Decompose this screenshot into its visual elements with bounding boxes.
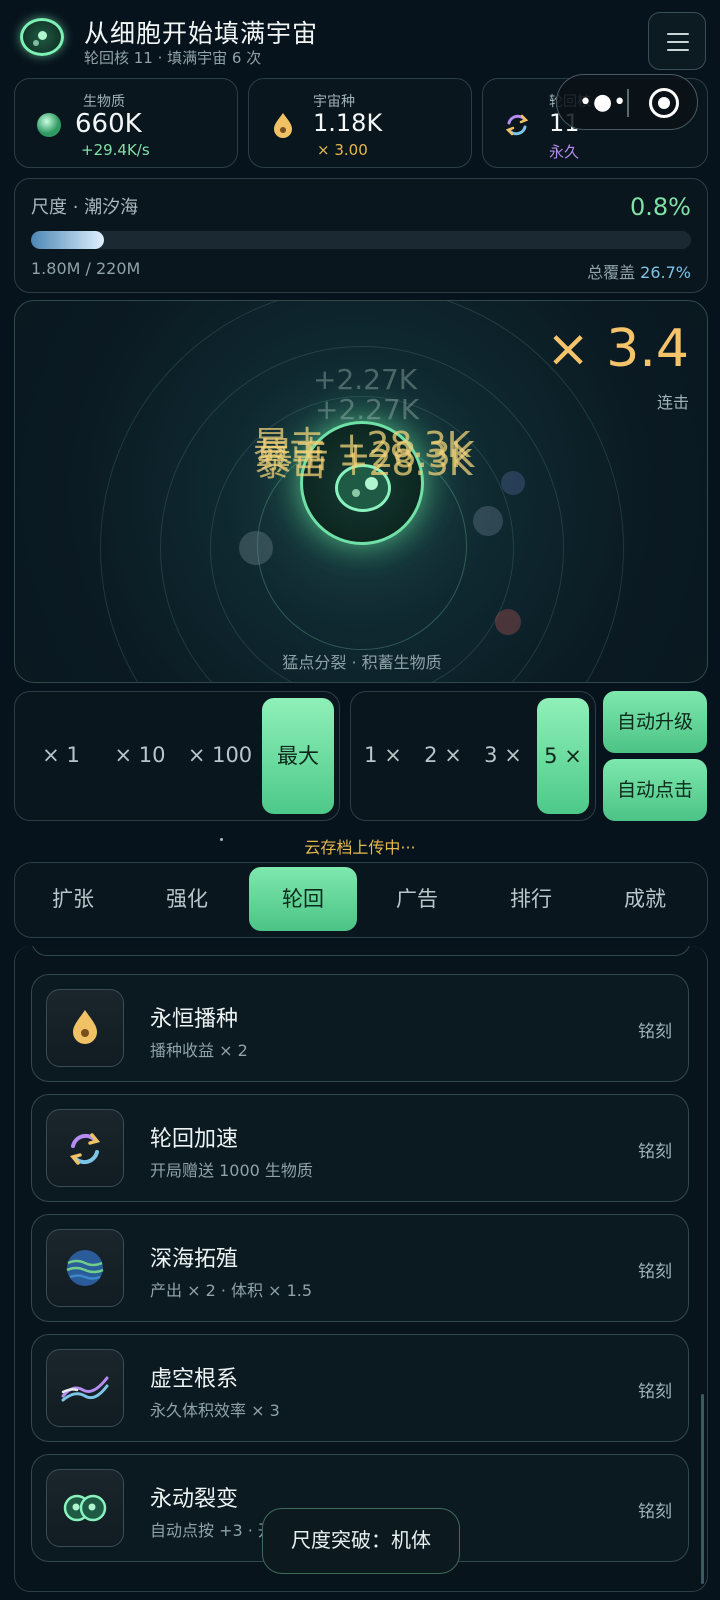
tab-reincarnation[interactable]: 轮回 — [249, 867, 357, 931]
buy-x10-button[interactable]: × 10 — [101, 692, 179, 818]
item-desc: 产出 × 2 · 体积 × 1.5 — [150, 1281, 313, 1300]
close-target-icon[interactable] — [649, 88, 679, 118]
cycle-icon — [505, 114, 529, 136]
game-hint: 猛点分裂 · 积蓄生物质 — [282, 653, 442, 672]
list-item[interactable]: 永恒播种 播种收益 × 2 铭刻 — [31, 974, 689, 1082]
buy-x1-button[interactable]: × 1 — [23, 692, 99, 818]
list-item[interactable]: 虚空根系 永久体积效率 × 3 铭刻 — [31, 1334, 689, 1442]
biomass-value: 660K — [75, 109, 142, 139]
item-desc: 自动点按 +3 · 开 — [150, 1521, 274, 1540]
auto-upgrade-button[interactable]: 自动升级 — [603, 691, 707, 753]
speed-1x-button[interactable]: 1 × — [355, 692, 411, 818]
speed-2x-button[interactable]: 2 × — [415, 692, 471, 818]
seed-label: 宇宙种 — [313, 94, 355, 110]
seed-drop-icon — [274, 113, 292, 138]
tab-ads[interactable]: 广告 — [363, 867, 471, 931]
item-icon-box — [46, 1229, 124, 1307]
cycle-icon — [69, 1133, 101, 1165]
item-desc: 永久体积效率 × 3 — [150, 1401, 280, 1420]
scale-name: 尺度 · 潮汐海 — [31, 197, 139, 218]
buy-x100-button[interactable]: × 100 — [181, 692, 259, 818]
seed-drop-icon — [73, 1010, 97, 1044]
toast-message: 尺度突破：机体 — [262, 1508, 460, 1574]
engrave-button[interactable]: 铭刻 — [638, 1017, 672, 1042]
auto-tap-button[interactable]: 自动点击 — [603, 759, 707, 821]
previous-item-edge — [31, 946, 691, 956]
twin-cells-icon — [63, 1494, 107, 1522]
biomass-rate: +29.4K/s — [81, 141, 150, 159]
engrave-button[interactable]: 铭刻 — [638, 1497, 672, 1522]
tap-game-area[interactable]: × 3.4 连击 +2.27K +2.27K 暴击 +28.3K 暴击 +28.… — [14, 300, 708, 683]
buy-max-button[interactable]: 最大 — [262, 698, 334, 814]
coverage-text: 总覆盖 26.7% — [587, 263, 691, 282]
buy-multiplier-group: × 1 × 10 × 100 最大 — [14, 691, 340, 821]
cloud-save-status: 云存档上传中··· — [304, 838, 416, 857]
engrave-button[interactable]: 铭刻 — [638, 1377, 672, 1402]
app-subtitle: 轮回核 11 · 填满宇宙 6 次 — [84, 49, 262, 67]
list-item[interactable]: 轮回加速 开局赠送 1000 生物质 铭刻 — [31, 1094, 689, 1202]
scale-progress-bar — [31, 231, 691, 249]
item-name: 永恒播种 — [150, 1007, 239, 1032]
crit-text: 暴击 +28.3K — [255, 443, 473, 484]
scale-percent: 0.8% — [630, 193, 691, 221]
main-tabs: 扩张 强化 轮回 广告 排行 成就 — [14, 862, 708, 938]
app-header: 从细胞开始填满宇宙 轮回核 11 · 填满宇宙 6 次 — [0, 0, 720, 78]
item-desc: 播种收益 × 2 — [150, 1041, 248, 1060]
root-waves-icon — [61, 1376, 109, 1402]
reincarnation-upgrade-list[interactable]: 永恒播种 播种收益 × 2 铭刻 轮回加速 开局赠送 1000 生物质 铭刻 深… — [14, 946, 708, 1592]
core-permanent: 永久 — [549, 143, 580, 161]
speed-3x-button[interactable]: 3 × — [475, 692, 531, 818]
seed-multiplier: × 3.00 — [317, 141, 368, 159]
speed-5x-button[interactable]: 5 × — [537, 698, 589, 814]
item-name: 轮回加速 — [150, 1127, 239, 1152]
engrave-button[interactable]: 铭刻 — [638, 1137, 672, 1162]
app-title: 从细胞开始填满宇宙 — [84, 19, 319, 48]
item-desc: 开局赠送 1000 生物质 — [150, 1161, 313, 1180]
item-name: 永动裂变 — [150, 1487, 239, 1512]
bubble — [495, 609, 521, 635]
bubble — [501, 471, 525, 495]
scale-panel: 尺度 · 潮汐海 0.8% 1.80M / 220M 总覆盖 26.7% — [14, 178, 708, 293]
tab-expand[interactable]: 扩张 — [19, 867, 127, 931]
coverage-value: 26.7% — [640, 263, 691, 282]
float-text: +2.27K — [313, 363, 418, 396]
item-name: 虚空根系 — [150, 1367, 239, 1392]
ocean-planet-icon — [66, 1250, 104, 1286]
menu-button[interactable] — [648, 12, 706, 70]
biomass-orb-icon — [37, 113, 61, 137]
list-item[interactable]: 深海拓殖 产出 × 2 · 体积 × 1.5 铭刻 — [31, 1214, 689, 1322]
tab-ranking[interactable]: 排行 — [477, 867, 585, 931]
biomass-label: 生物质 — [83, 94, 125, 110]
scale-progress-fill — [31, 231, 104, 249]
biomass-stat-card: 生物质 660K +29.4K/s — [14, 78, 238, 168]
more-icon[interactable]: •●• — [579, 92, 627, 114]
bubble — [473, 506, 503, 536]
tab-achievements[interactable]: 成就 — [591, 867, 699, 931]
scale-amount: 1.80M / 220M — [31, 259, 141, 278]
item-name: 深海拓殖 — [150, 1247, 239, 1272]
item-icon-box — [46, 989, 124, 1067]
item-icon-box — [46, 1469, 124, 1547]
bubble — [239, 531, 273, 565]
speed-multiplier-group: 1 × 2 × 3 × 5 × — [350, 691, 596, 821]
item-icon-box — [46, 1109, 124, 1187]
list-scrollbar[interactable] — [701, 1394, 704, 1584]
seed-stat-card: 宇宙种 1.18K × 3.00 — [248, 78, 472, 168]
combo-multiplier: × 3.4 — [546, 319, 689, 379]
cell-logo-icon — [20, 18, 64, 56]
mini-program-capsule: •●• — [556, 74, 698, 130]
tab-enhance[interactable]: 强化 — [133, 867, 241, 931]
item-icon-box — [46, 1349, 124, 1427]
combo-label: 连击 — [656, 393, 689, 412]
seed-value: 1.18K — [313, 109, 383, 137]
engrave-button[interactable]: 铭刻 — [638, 1257, 672, 1282]
